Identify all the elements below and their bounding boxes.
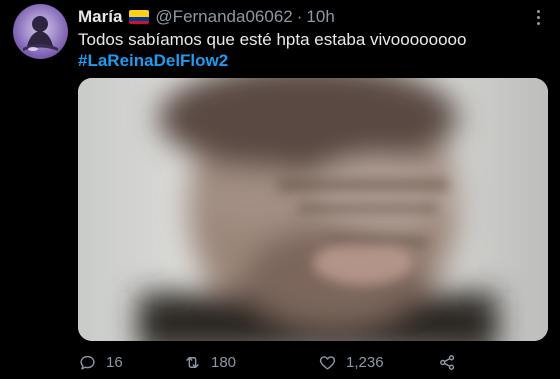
reply-button[interactable]: 16 bbox=[78, 350, 123, 374]
blurred-photo bbox=[78, 78, 548, 341]
retweet-count: 180 bbox=[211, 353, 237, 371]
tweet-media[interactable] bbox=[78, 78, 548, 341]
timestamp[interactable]: 10h bbox=[306, 7, 334, 27]
avatar-image bbox=[23, 16, 58, 51]
like-count: 1,236 bbox=[346, 353, 384, 371]
more-options-icon[interactable] bbox=[528, 6, 548, 28]
separator: · bbox=[296, 7, 303, 26]
tweet[interactable]: María @Fernanda06062 · 10h Todos sabíamo… bbox=[0, 0, 560, 379]
like-button[interactable]: 1,236 bbox=[318, 350, 384, 374]
retweet-icon bbox=[186, 356, 199, 368]
hashtag-link[interactable]: #LaReinaDelFlow2 bbox=[78, 50, 228, 71]
share-icon bbox=[440, 354, 455, 370]
author-handle[interactable]: @Fernanda06062 bbox=[155, 7, 292, 27]
author-name[interactable]: María bbox=[78, 7, 122, 27]
tweet-header: María @Fernanda06062 · 10h bbox=[78, 6, 335, 28]
avatar[interactable] bbox=[13, 4, 68, 59]
heart-icon bbox=[319, 355, 336, 370]
reply-icon bbox=[80, 355, 95, 370]
colombia-flag-icon bbox=[129, 10, 150, 24]
retweet-button[interactable]: 180 bbox=[183, 350, 236, 374]
share-button[interactable] bbox=[438, 350, 466, 374]
tweet-actions: 16 180 1,236 bbox=[78, 350, 548, 374]
tweet-text: Todos sabíamos que esté hpta estaba vivo… bbox=[78, 30, 467, 49]
reply-count: 16 bbox=[106, 353, 123, 371]
